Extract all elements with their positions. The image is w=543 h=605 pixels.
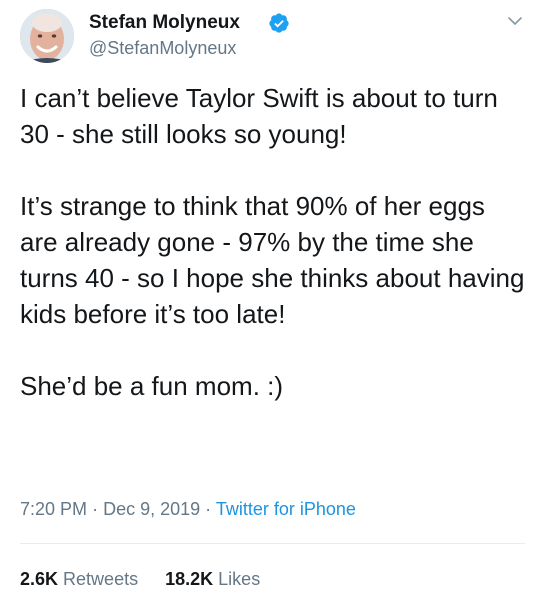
retweets-stat[interactable]: 2.6K Retweets [20,569,138,589]
retweets-label: Retweets [63,569,139,589]
tweet-paragraph: I can’t believe Taylor Swift is about to… [20,83,498,149]
display-name[interactable]: Stefan Molyneux [89,11,240,35]
verified-badge-icon [269,13,289,33]
retweets-count: 2.6K [20,569,59,589]
avatar[interactable] [20,9,74,63]
tweet-paragraph: It’s strange to think that 90% of her eg… [20,191,525,329]
likes-count: 18.2K [165,569,214,589]
tweet-date[interactable]: Dec 9, 2019 [103,499,200,519]
separator-dot: · [92,499,99,519]
divider [20,543,525,544]
tweet-text: I can’t believe Taylor Swift is about to… [20,80,525,404]
likes-stat[interactable]: 18.2K Likes [165,569,260,589]
likes-label: Likes [218,569,261,589]
tweet-source-link[interactable]: Twitter for iPhone [216,499,356,519]
engagement-stats: 2.6K Retweets 18.2K Likes [20,567,282,591]
tweet-metadata: 7:20 PM · Dec 9, 2019 · Twitter for iPho… [20,497,356,521]
tweet-card: Stefan Molyneux @StefanMolyneux I can’t … [0,0,543,605]
tweet-paragraph: She’d be a fun mom. :) [20,371,284,401]
separator-dot: · [205,499,212,519]
handle[interactable]: @StefanMolyneux [89,37,236,59]
avatar-photo [20,9,74,63]
tweet-time[interactable]: 7:20 PM [20,499,87,519]
chevron-down-icon[interactable] [505,11,525,31]
